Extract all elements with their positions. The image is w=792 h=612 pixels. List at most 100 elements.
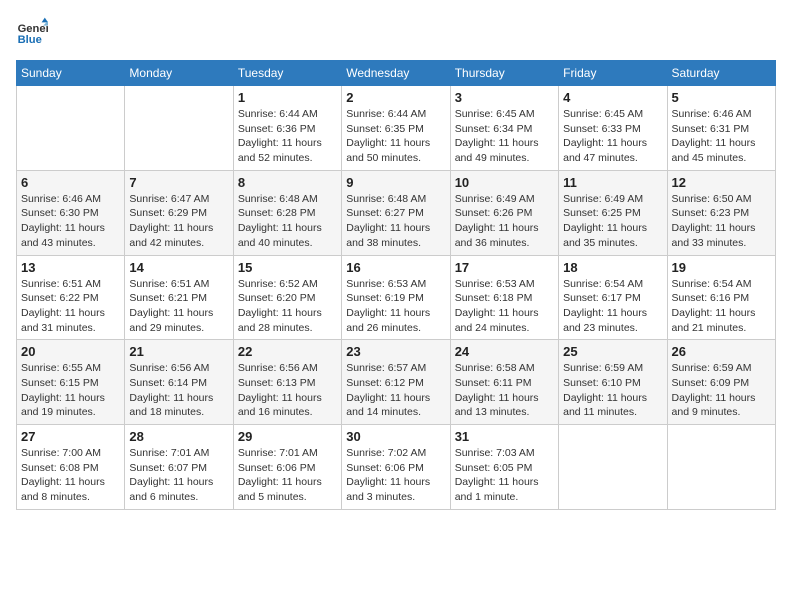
day-info: Sunrise: 6:48 AM Sunset: 6:28 PM Dayligh…: [238, 192, 337, 251]
day-number: 6: [21, 175, 120, 190]
calendar-cell: 4 Sunrise: 6:45 AM Sunset: 6:33 PM Daylig…: [559, 86, 667, 171]
day-number: 16: [346, 260, 445, 275]
calendar-cell: 16 Sunrise: 6:53 AM Sunset: 6:19 PM Dayli…: [342, 255, 450, 340]
day-info: Sunrise: 6:55 AM Sunset: 6:15 PM Dayligh…: [21, 361, 120, 420]
weekday-header: Saturday: [667, 61, 775, 86]
day-info: Sunrise: 6:53 AM Sunset: 6:18 PM Dayligh…: [455, 277, 554, 336]
day-number: 20: [21, 344, 120, 359]
day-info: Sunrise: 6:58 AM Sunset: 6:11 PM Dayligh…: [455, 361, 554, 420]
calendar-cell: 23 Sunrise: 6:57 AM Sunset: 6:12 PM Dayli…: [342, 340, 450, 425]
day-info: Sunrise: 7:02 AM Sunset: 6:06 PM Dayligh…: [346, 446, 445, 505]
day-info: Sunrise: 6:51 AM Sunset: 6:21 PM Dayligh…: [129, 277, 228, 336]
day-info: Sunrise: 6:47 AM Sunset: 6:29 PM Dayligh…: [129, 192, 228, 251]
day-number: 26: [672, 344, 771, 359]
calendar-cell: 5 Sunrise: 6:46 AM Sunset: 6:31 PM Daylig…: [667, 86, 775, 171]
calendar-cell: [17, 86, 125, 171]
calendar-cell: 10Sunrise: 6:49 AM Sunset: 6:26 PM Dayli…: [450, 170, 558, 255]
svg-text:Blue: Blue: [18, 34, 42, 46]
day-info: Sunrise: 6:52 AM Sunset: 6:20 PM Dayligh…: [238, 277, 337, 336]
day-number: 12: [672, 175, 771, 190]
day-number: 15: [238, 260, 337, 275]
day-info: Sunrise: 6:56 AM Sunset: 6:14 PM Dayligh…: [129, 361, 228, 420]
calendar-cell: 31 Sunrise: 7:03 AM Sunset: 6:05 PM Dayli…: [450, 425, 558, 510]
day-info: Sunrise: 7:03 AM Sunset: 6:05 PM Dayligh…: [455, 446, 554, 505]
day-number: 8: [238, 175, 337, 190]
page-header: General Blue: [16, 16, 776, 48]
day-info: Sunrise: 6:46 AM Sunset: 6:31 PM Dayligh…: [672, 107, 771, 166]
day-info: Sunrise: 6:53 AM Sunset: 6:19 PM Dayligh…: [346, 277, 445, 336]
calendar-cell: [125, 86, 233, 171]
day-number: 30: [346, 429, 445, 444]
day-info: Sunrise: 6:57 AM Sunset: 6:12 PM Dayligh…: [346, 361, 445, 420]
day-number: 2: [346, 90, 445, 105]
day-info: Sunrise: 6:44 AM Sunset: 6:36 PM Dayligh…: [238, 107, 337, 166]
logo-icon: General Blue: [16, 16, 48, 48]
day-number: 11: [563, 175, 662, 190]
day-number: 14: [129, 260, 228, 275]
calendar-cell: 13 Sunrise: 6:51 AM Sunset: 6:22 PM Dayli…: [17, 255, 125, 340]
day-info: Sunrise: 6:45 AM Sunset: 6:34 PM Dayligh…: [455, 107, 554, 166]
day-number: 29: [238, 429, 337, 444]
calendar-cell: 24Sunrise: 6:58 AM Sunset: 6:11 PM Dayli…: [450, 340, 558, 425]
calendar-week-row: 20 Sunrise: 6:55 AM Sunset: 6:15 PM Dayli…: [17, 340, 776, 425]
calendar-cell: 19 Sunrise: 6:54 AM Sunset: 6:16 PM Dayli…: [667, 255, 775, 340]
day-info: Sunrise: 7:01 AM Sunset: 6:07 PM Dayligh…: [129, 446, 228, 505]
calendar-cell: 14 Sunrise: 6:51 AM Sunset: 6:21 PM Dayli…: [125, 255, 233, 340]
svg-text:General: General: [18, 23, 48, 35]
day-number: 23: [346, 344, 445, 359]
calendar-cell: 2 Sunrise: 6:44 AM Sunset: 6:35 PM Daylig…: [342, 86, 450, 171]
calendar-cell: 3 Sunrise: 6:45 AM Sunset: 6:34 PM Daylig…: [450, 86, 558, 171]
day-number: 31: [455, 429, 554, 444]
weekday-header-row: SundayMondayTuesdayWednesdayThursdayFrid…: [17, 61, 776, 86]
day-number: 18: [563, 260, 662, 275]
calendar-cell: 17 Sunrise: 6:53 AM Sunset: 6:18 PM Dayli…: [450, 255, 558, 340]
calendar-cell: 7 Sunrise: 6:47 AM Sunset: 6:29 PM Daylig…: [125, 170, 233, 255]
day-number: 25: [563, 344, 662, 359]
day-number: 3: [455, 90, 554, 105]
day-number: 17: [455, 260, 554, 275]
logo: General Blue: [16, 16, 52, 48]
calendar-cell: 28 Sunrise: 7:01 AM Sunset: 6:07 PM Dayli…: [125, 425, 233, 510]
day-info: Sunrise: 6:54 AM Sunset: 6:16 PM Dayligh…: [672, 277, 771, 336]
day-number: 22: [238, 344, 337, 359]
day-info: Sunrise: 6:50 AM Sunset: 6:23 PM Dayligh…: [672, 192, 771, 251]
day-info: Sunrise: 6:56 AM Sunset: 6:13 PM Dayligh…: [238, 361, 337, 420]
day-number: 21: [129, 344, 228, 359]
day-info: Sunrise: 6:45 AM Sunset: 6:33 PM Dayligh…: [563, 107, 662, 166]
calendar-cell: 18 Sunrise: 6:54 AM Sunset: 6:17 PM Dayli…: [559, 255, 667, 340]
calendar-cell: 15 Sunrise: 6:52 AM Sunset: 6:20 PM Dayli…: [233, 255, 341, 340]
day-number: 13: [21, 260, 120, 275]
calendar-cell: 12 Sunrise: 6:50 AM Sunset: 6:23 PM Dayli…: [667, 170, 775, 255]
calendar-cell: 29 Sunrise: 7:01 AM Sunset: 6:06 PM Dayli…: [233, 425, 341, 510]
weekday-header: Monday: [125, 61, 233, 86]
calendar-cell: [667, 425, 775, 510]
day-number: 19: [672, 260, 771, 275]
weekday-header: Tuesday: [233, 61, 341, 86]
weekday-header: Thursday: [450, 61, 558, 86]
day-info: Sunrise: 6:48 AM Sunset: 6:27 PM Dayligh…: [346, 192, 445, 251]
day-number: 9: [346, 175, 445, 190]
calendar-week-row: 1 Sunrise: 6:44 AM Sunset: 6:36 PM Daylig…: [17, 86, 776, 171]
day-info: Sunrise: 6:44 AM Sunset: 6:35 PM Dayligh…: [346, 107, 445, 166]
day-info: Sunrise: 6:59 AM Sunset: 6:10 PM Dayligh…: [563, 361, 662, 420]
day-info: Sunrise: 7:01 AM Sunset: 6:06 PM Dayligh…: [238, 446, 337, 505]
calendar-cell: 8 Sunrise: 6:48 AM Sunset: 6:28 PM Daylig…: [233, 170, 341, 255]
weekday-header: Sunday: [17, 61, 125, 86]
day-info: Sunrise: 6:54 AM Sunset: 6:17 PM Dayligh…: [563, 277, 662, 336]
day-number: 27: [21, 429, 120, 444]
calendar-week-row: 13 Sunrise: 6:51 AM Sunset: 6:22 PM Dayli…: [17, 255, 776, 340]
day-number: 7: [129, 175, 228, 190]
calendar-cell: 21 Sunrise: 6:56 AM Sunset: 6:14 PM Dayli…: [125, 340, 233, 425]
day-info: Sunrise: 6:59 AM Sunset: 6:09 PM Dayligh…: [672, 361, 771, 420]
calendar-cell: [559, 425, 667, 510]
day-number: 5: [672, 90, 771, 105]
calendar-cell: 26 Sunrise: 6:59 AM Sunset: 6:09 PM Dayli…: [667, 340, 775, 425]
day-number: 4: [563, 90, 662, 105]
day-number: 1: [238, 90, 337, 105]
day-number: 28: [129, 429, 228, 444]
day-info: Sunrise: 6:51 AM Sunset: 6:22 PM Dayligh…: [21, 277, 120, 336]
calendar-cell: 27Sunrise: 7:00 AM Sunset: 6:08 PM Dayli…: [17, 425, 125, 510]
calendar-week-row: 6Sunrise: 6:46 AM Sunset: 6:30 PM Daylig…: [17, 170, 776, 255]
calendar-cell: 22 Sunrise: 6:56 AM Sunset: 6:13 PM Dayli…: [233, 340, 341, 425]
day-info: Sunrise: 6:49 AM Sunset: 6:26 PM Dayligh…: [455, 192, 554, 251]
